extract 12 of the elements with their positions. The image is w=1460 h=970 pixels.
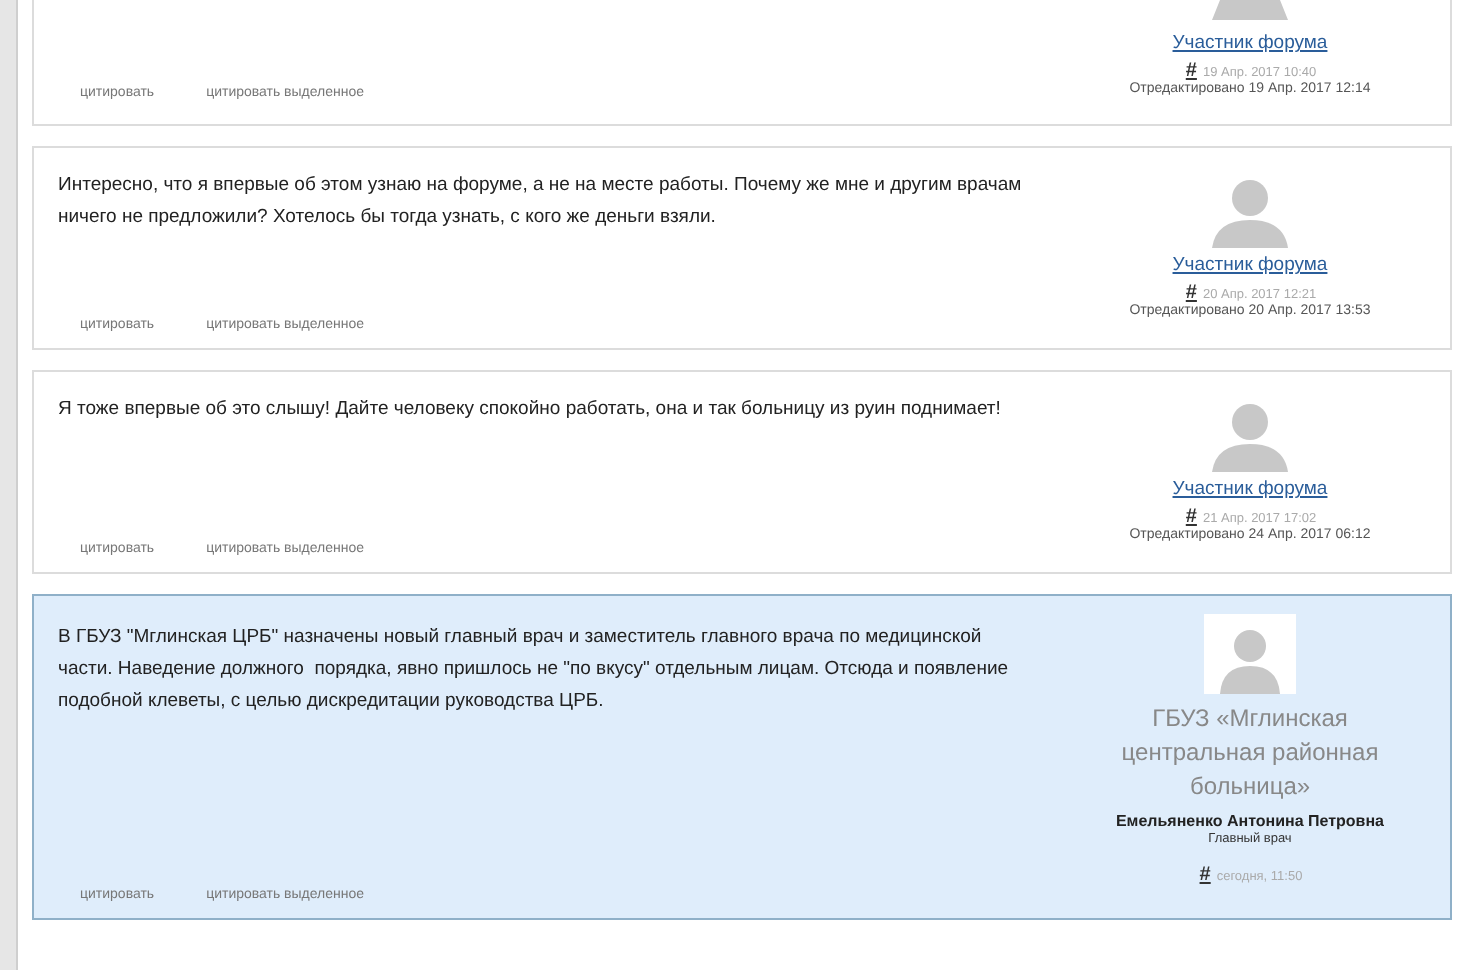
author-link[interactable]: Участник форума bbox=[1172, 478, 1328, 500]
author-person: Емельяненко Антонина Петровна bbox=[1115, 812, 1385, 830]
author-name: ГБУЗ «Мглинская центральная районная больница» bbox=[1120, 702, 1380, 804]
post-text: Я тоже впервые об это слышу! Дайте человеку спокойно работать, она и так больницу из руин поднимает! bbox=[58, 396, 1003, 424]
author-link[interactable]: Участник форума bbox=[1172, 254, 1328, 276]
post-text: Интересно, что я впервые об этом узнаю на форуме, а не на месте работы. Почему же мне и другим врачам ничего не предложили? Хотелось бы тогда узнать, с кого же деньги взяли. bbox=[58, 172, 1024, 232]
author-link[interactable]: Участник форума bbox=[1172, 32, 1328, 54]
permalink-icon[interactable]: # bbox=[1183, 506, 1199, 528]
permalink-icon[interactable]: # bbox=[1183, 282, 1199, 304]
post-text: В ГБУЗ "Мглинская ЦРБ" назначены новый главный врач и заместитель главного врача по медицинской части. Наведение должного порядка, явно пришлось не "по вкусу" отдельным лицам. Отсюда и появление подобной клеветы, с целью дискредитации руководства ЦРБ. bbox=[58, 624, 1011, 716]
permalink-icon[interactable]: # bbox=[1197, 864, 1213, 886]
permalink-icon[interactable]: # bbox=[1183, 60, 1199, 82]
